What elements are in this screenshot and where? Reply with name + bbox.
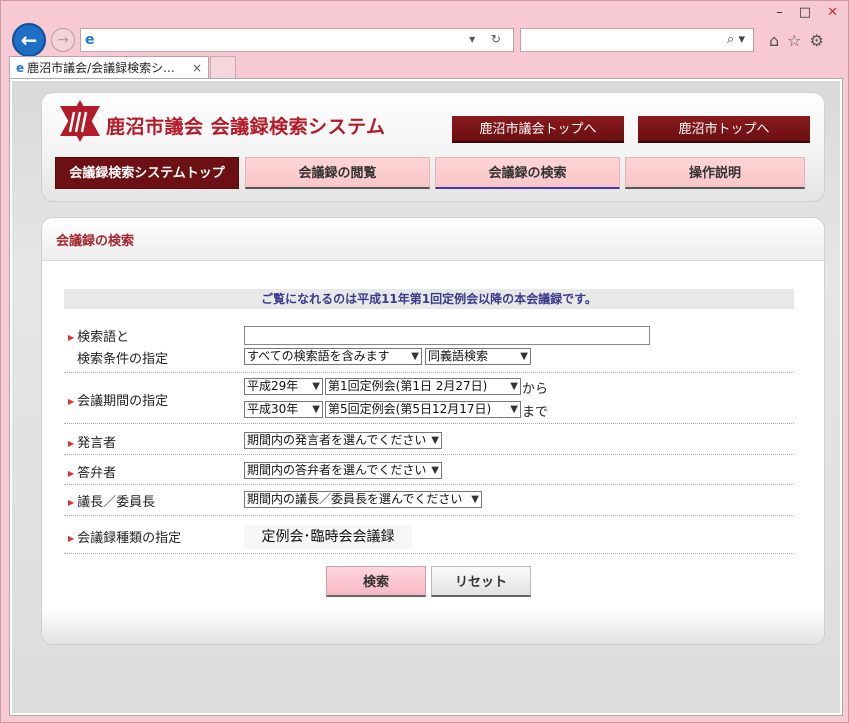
bullet-icon: ▶ <box>68 534 75 543</box>
period-label: ▶ 会議期間の指定 <box>68 394 169 409</box>
divider <box>64 553 794 554</box>
divider <box>64 372 794 373</box>
chevron-down-icon: ▼ <box>520 351 528 362</box>
menu-browse[interactable]: 会議録の閲覧 <box>245 157 430 189</box>
home-icon[interactable]: ⌂ <box>769 31 779 50</box>
keyword-label: ▶ 検索語と <box>68 330 130 345</box>
synonym-select[interactable]: 同義語検索 ▼ <box>425 348 531 365</box>
address-tools[interactable]: ▾ ↻ <box>469 32 507 46</box>
condition-select[interactable]: すべての検索語を含みます ▼ <box>244 348 422 365</box>
arrow-left-icon: ← <box>20 28 38 52</box>
search-icon[interactable]: ⌕ ▾ <box>727 32 745 47</box>
reset-button[interactable]: リセット <box>431 566 531 597</box>
city-top-link[interactable]: 鹿沼市トップへ <box>638 116 810 143</box>
divider <box>64 484 794 485</box>
tab-title: 鹿沼市議会/会議録検索シ... <box>27 61 175 75</box>
star-icon[interactable]: ☆ <box>787 31 801 50</box>
chevron-down-icon: ▼ <box>431 465 439 476</box>
type-label: ▶ 会議録種類の指定 <box>68 531 182 546</box>
chevron-down-icon: ▼ <box>312 381 320 392</box>
browser-tab[interactable]: e 鹿沼市議会/会議録検索シ... × <box>9 56 209 79</box>
bullet-icon: ▶ <box>68 498 75 507</box>
ie-logo-icon: e <box>85 32 95 48</box>
council-top-link[interactable]: 鹿沼市議会トップへ <box>452 116 624 143</box>
bullet-icon: ▶ <box>68 333 75 342</box>
speaker-select[interactable]: 期間内の発言者を選んでください ▼ <box>244 432 442 449</box>
site-title: 鹿沼市議会 会議録検索システム <box>106 116 386 138</box>
new-tab-button[interactable] <box>210 56 236 79</box>
search-panel: 会議録の検索 ご覧になれるのは平成11年第1回定例会以降の本会議録です。 ▶ 検索… <box>41 217 825 645</box>
browser-toolbar-icons: ⌂ ☆ ⚙ <box>769 31 824 50</box>
menu-search[interactable]: 会議録の検索 <box>435 157 620 189</box>
search-panel-footer <box>42 608 824 644</box>
bullet-icon: ▶ <box>68 397 75 406</box>
speaker-label: ▶ 発言者 <box>68 436 117 451</box>
back-button[interactable]: ← <box>12 23 46 57</box>
chevron-down-icon: ▼ <box>312 404 320 415</box>
record-type-value: 定例会･臨時会会議録 <box>244 525 412 549</box>
divider <box>64 423 794 424</box>
arrow-right-icon: → <box>57 32 69 48</box>
chevron-down-icon: ▼ <box>510 381 518 392</box>
to-session-select[interactable]: 第5回定例会(第5日12月17日) ▼ <box>325 401 521 418</box>
tab-close-icon[interactable]: × <box>192 57 202 79</box>
close-window-button[interactable]: ✕ <box>827 5 838 20</box>
browser-search-box[interactable]: ⌕ ▾ <box>520 28 754 52</box>
window-controls: – □ ✕ <box>776 5 838 20</box>
maximize-button[interactable]: □ <box>799 5 811 20</box>
respondent-label: ▶ 答弁者 <box>68 466 117 481</box>
address-bar[interactable]: e ▾ ↻ <box>80 28 514 52</box>
browser-window: – □ ✕ ← → e ▾ ↻ ⌕ ▾ ⌂ ☆ ⚙ e 鹿沼市議会/会議録検索シ.… <box>0 0 849 723</box>
gear-icon[interactable]: ⚙ <box>810 31 824 50</box>
menu-system-top[interactable]: 会議録検索システムトップ <box>55 157 239 189</box>
bullet-icon: ▶ <box>68 439 75 448</box>
search-panel-header: 会議録の検索 <box>42 218 824 261</box>
menu-help[interactable]: 操作説明 <box>625 157 805 189</box>
keyword-input[interactable] <box>244 326 650 345</box>
search-button[interactable]: 検索 <box>326 566 426 597</box>
ie-logo-icon: e <box>16 61 25 75</box>
chair-select[interactable]: 期間内の議長／委員長を選んでください ▼ <box>244 491 482 508</box>
divider <box>64 454 794 455</box>
chevron-down-icon: ▼ <box>471 494 479 505</box>
to-year-select[interactable]: 平成30年 ▼ <box>244 401 323 418</box>
respondent-select[interactable]: 期間内の答弁者を選んでください ▼ <box>244 462 442 479</box>
from-suffix: から <box>522 382 549 397</box>
to-suffix: まで <box>522 405 549 420</box>
search-panel-title: 会議録の検索 <box>56 234 135 249</box>
availability-notice: ご覧になれるのは平成11年第1回定例会以降の本会議録です。 <box>64 289 794 309</box>
chair-label: ▶ 議長／委員長 <box>68 495 156 510</box>
from-session-select[interactable]: 第1回定例会(第1日 2月27日) ▼ <box>325 378 521 395</box>
chevron-down-icon: ▼ <box>510 404 518 415</box>
condition-label: 検索条件の指定 <box>77 352 169 367</box>
minimize-button[interactable]: – <box>776 5 783 20</box>
chevron-down-icon: ▼ <box>411 351 419 362</box>
chevron-down-icon: ▼ <box>431 435 439 446</box>
forward-button[interactable]: → <box>51 28 75 52</box>
from-year-select[interactable]: 平成29年 ▼ <box>244 378 323 395</box>
divider <box>64 515 794 516</box>
bullet-icon: ▶ <box>68 469 75 478</box>
city-logo-icon <box>60 100 100 142</box>
